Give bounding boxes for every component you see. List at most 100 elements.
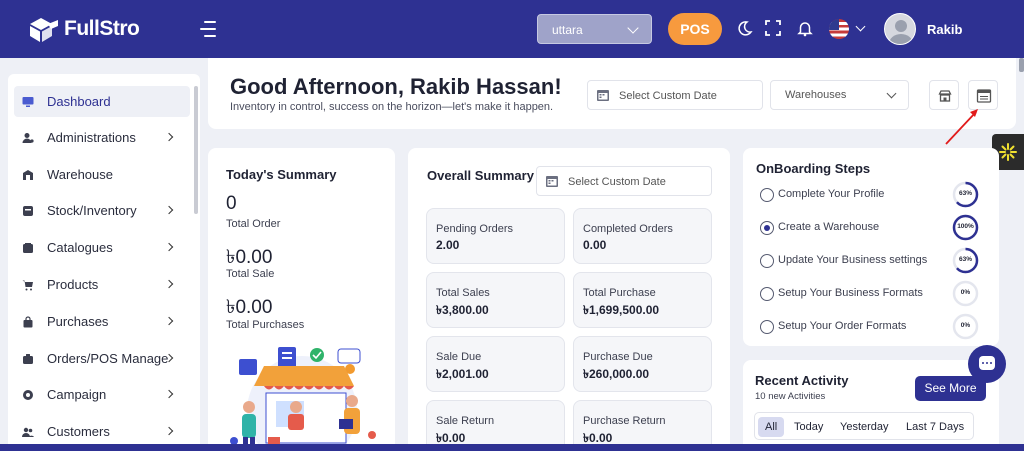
chevron-right-icon (164, 242, 174, 252)
pos-button[interactable]: POS (668, 13, 722, 45)
recent-activity-title: Recent Activity (755, 373, 849, 388)
stat-label: Completed Orders (583, 223, 673, 235)
progress-ring: 0% (952, 280, 979, 307)
fullscreen-icon[interactable] (764, 19, 782, 37)
onboarding-step[interactable]: Setup Your Order Formats 0% (760, 313, 990, 340)
tab-yesterday[interactable]: Yesterday (833, 417, 896, 437)
step-label: Update Your Business settings (778, 254, 928, 266)
footer-bar (0, 444, 1024, 451)
monitor-icon (22, 96, 34, 107)
user-gear-icon (22, 132, 34, 143)
step-radio[interactable] (760, 287, 774, 301)
user-name[interactable]: Rakib (927, 22, 962, 37)
chevron-right-icon (164, 389, 174, 399)
sidebar-item-label: Stock/Inventory (47, 203, 137, 218)
stat-total-purchase: Total Purchase ৳1,699,500.00 (573, 272, 712, 328)
sidebar-scrollbar[interactable] (194, 86, 198, 214)
menu-toggle-icon[interactable] (196, 20, 216, 38)
calendar-icon (546, 176, 558, 187)
calendar-icon (597, 90, 609, 101)
overall-date-input[interactable]: Select Custom Date (536, 166, 712, 196)
brand-logo[interactable]: FullStro (24, 14, 140, 44)
page-title: Good Afternoon, Rakib Hassan! (230, 74, 562, 99)
step-label: Setup Your Business Formats (778, 287, 923, 299)
onboarding-step[interactable]: Setup Your Business Formats 0% (760, 280, 990, 307)
see-more-button[interactable]: See More (915, 376, 986, 401)
sidebar-item-label: Products (47, 277, 99, 292)
catalogue-icon (23, 242, 33, 253)
onboarding-step[interactable]: Update Your Business settings 63% (760, 247, 990, 274)
sidebar-item-catalogues[interactable]: Catalogues (14, 232, 190, 263)
sidebar-item-label: Administrations (47, 130, 136, 145)
date-placeholder: Select Custom Date (568, 176, 666, 188)
sidebar-item-purchases[interactable]: Purchases (14, 306, 190, 337)
sidebar-item-administrations[interactable]: Administrations (14, 122, 190, 153)
bell-icon[interactable] (796, 19, 814, 37)
tab-all[interactable]: All (758, 417, 785, 437)
sidebar-item-label: Dashboard (47, 94, 111, 109)
date-placeholder: Select Custom Date (619, 90, 717, 102)
total-order-value: 0 (226, 193, 237, 214)
onboarding-step[interactable]: Complete Your Profile 63% (760, 181, 990, 208)
todays-summary-title: Today's Summary (226, 167, 337, 182)
step-radio[interactable] (760, 254, 774, 268)
store-icon (938, 90, 952, 102)
chat-button[interactable] (968, 345, 1006, 383)
stat-value: ৳3,800.00 (436, 303, 489, 317)
page-scrollbar[interactable] (1019, 58, 1024, 72)
step-radio[interactable] (760, 221, 774, 235)
sidebar-item-products[interactable]: Products (14, 269, 190, 300)
page-subtitle: Inventory in control, success on the hor… (230, 101, 554, 113)
stat-label: Pending Orders (436, 223, 514, 235)
chevron-right-icon (164, 279, 174, 289)
todays-summary-card: Today's Summary 0 Total Order ৳0.00 Tota… (208, 148, 395, 451)
chevron-right-icon (164, 205, 174, 215)
stat-completed-orders: Completed Orders 0.00 (573, 208, 712, 264)
tab-today[interactable]: Today (787, 417, 830, 437)
overall-summary-title: Overall Summary (427, 168, 534, 183)
chevron-right-icon (164, 316, 174, 326)
stat-value: 2.00 (436, 238, 460, 252)
campaign-icon (23, 389, 33, 400)
avatar[interactable] (884, 13, 916, 45)
step-radio[interactable] (760, 320, 774, 334)
warehouse-select[interactable]: Warehouses (770, 80, 909, 110)
total-purchases-label: Total Purchases (226, 319, 305, 331)
onboarding-step[interactable]: Create a Warehouse 100% (760, 214, 990, 241)
stat-pending-orders: Pending Orders 2.00 (426, 208, 565, 264)
sidebar-item-customers[interactable]: Customers (14, 416, 190, 447)
sidebar-item-stock-inventory[interactable]: Stock/Inventory (14, 195, 190, 226)
total-sale-label: Total Sale (226, 268, 275, 280)
moon-icon[interactable] (736, 19, 754, 37)
us-flag-icon[interactable] (829, 19, 849, 39)
progress-label: 0% (960, 322, 971, 329)
progress-ring: 100% (952, 214, 979, 241)
onboarding-title: OnBoarding Steps (756, 161, 871, 176)
logo-mark-icon (30, 18, 58, 42)
greeting-card: Good Afternoon, Rakib Hassan! Inventory … (208, 58, 1016, 129)
step-label: Create a Warehouse (778, 221, 880, 233)
step-label: Complete Your Profile (778, 188, 885, 200)
stat-label: Total Sales (436, 287, 490, 299)
customers-icon (22, 427, 34, 437)
store-illustration (230, 347, 376, 451)
top-header: FullStro uttara POS Rakib (0, 0, 1024, 58)
step-radio[interactable] (760, 188, 774, 202)
bag-icon (23, 315, 33, 327)
sidebar-item-warehouse[interactable]: Warehouse (14, 159, 190, 190)
stat-value: 0.00 (583, 238, 607, 252)
sidebar-item-orders-pos-manage[interactable]: Orders/POS Manage (14, 343, 190, 374)
chevron-down-icon[interactable] (855, 21, 866, 32)
location-select[interactable]: uttara (537, 14, 652, 44)
chevron-right-icon (164, 426, 174, 436)
stat-value: ৳2,001.00 (436, 367, 489, 381)
sidebar-item-dashboard[interactable]: Dashboard (14, 86, 190, 117)
stat-label: Total Purchase (583, 287, 656, 299)
sidebar-item-campaign[interactable]: Campaign (14, 379, 190, 410)
layout-icon (976, 89, 992, 103)
orders-icon (23, 353, 33, 364)
custom-date-input[interactable]: Select Custom Date (587, 80, 763, 110)
tab-last-7-days[interactable]: Last 7 Days (899, 417, 971, 437)
chevron-right-icon (164, 132, 174, 142)
stat-purchase-due: Purchase Due ৳260,000.00 (573, 336, 712, 392)
